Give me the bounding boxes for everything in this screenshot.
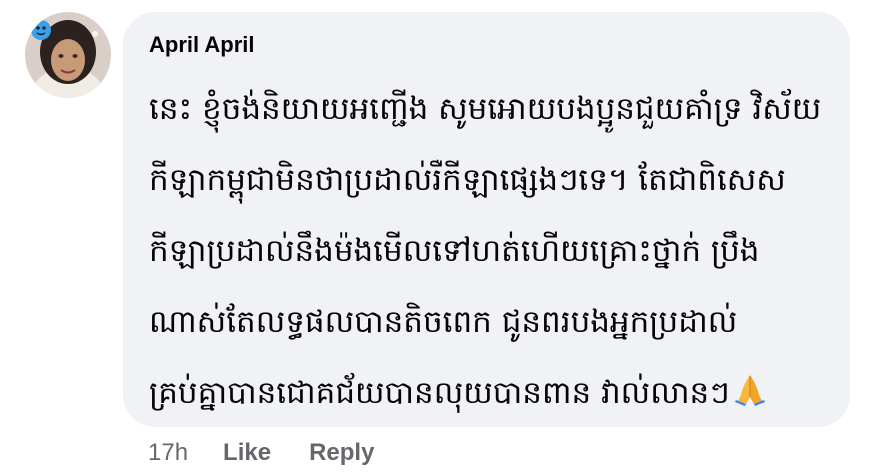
comment-line: កីឡាកម្ពុជាមិនថាប្រដាល់រឺកីឡាផ្សេងៗទេ។ ត… [149,162,786,198]
avatar[interactable] [25,12,111,98]
profile-photo [25,12,111,98]
comment-author[interactable]: April April [149,32,255,58]
comment-line-text: គ្រប់គ្នាបានជោគជ័យបានលុយបានពាន វាល់លានៗ [149,375,730,411]
comment-line: កីឡាប្រដាល់នឹងម៉ងមើលទៅហត់ហើយគ្រោះថ្នាក់ … [149,233,760,269]
comment-bubble: April April នេះ ខ្ញុំចង់និយាយអញ្ជើង សូមអ… [123,12,850,427]
comment-text: នេះ ខ្ញុំចង់និយាយអញ្ជើង សូមអោយបងប្អូនជួយ… [149,74,839,429]
comment-timestamp[interactable]: 17h [148,439,188,467]
like-button[interactable]: Like [223,439,271,467]
comment-line-last: គ្រប់គ្នាបានជោគជ័យបានលុយបានពាន វាល់លានៗ [149,358,839,429]
comment-line: នេះ ខ្ញុំចង់និយាយអញ្ជើង សូមអោយបងប្អូនជួយ… [149,91,822,127]
reply-button[interactable]: Reply [309,439,374,467]
folded-hands-icon [732,362,768,433]
comment-line: ណាស់តែលទ្ធផលបានតិចពេក ជូនពរបងអ្នកប្រដាល់ [149,304,738,340]
comment-actions: 17h Like Reply [148,436,374,470]
